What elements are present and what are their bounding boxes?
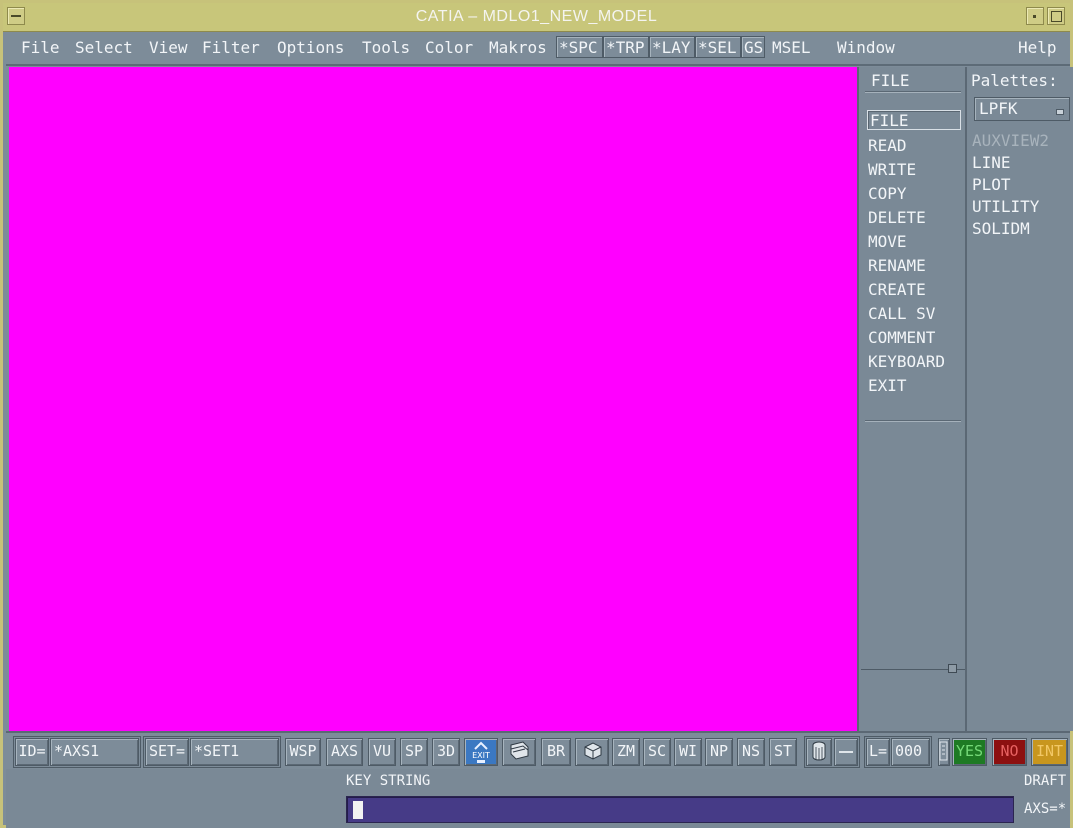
menu-options[interactable]: Options xyxy=(277,38,344,57)
catia-window: CATIA – MDLO1_NEW_MODEL File Select View… xyxy=(0,0,1073,828)
status-area: KEY STRING DRAFT AXS=* xyxy=(6,769,1070,828)
palette-item-auxview2: AUXVIEW2 xyxy=(972,131,1050,150)
printer-icon xyxy=(510,741,529,760)
toggle-gs[interactable]: GS xyxy=(741,36,765,58)
palette-item-solidm[interactable]: SOLIDM xyxy=(972,219,1030,238)
printer-button[interactable] xyxy=(502,738,536,766)
palette-dropdown[interactable]: LPFK xyxy=(974,97,1070,121)
function-item-create[interactable]: CREATE xyxy=(868,280,926,299)
keypad-icon xyxy=(939,741,948,761)
toggle-lay[interactable]: *LAY xyxy=(649,36,695,58)
command-bar: ID= *AXS1 SET= *SET1 WSP AXS VU SP 3D EX… xyxy=(6,731,1070,771)
np-button[interactable]: NP xyxy=(705,738,733,766)
graphics-viewport[interactable] xyxy=(9,67,857,731)
function-panel: FILE FILE READ WRITE COPY DELETE MOVE RE… xyxy=(857,67,967,731)
layer-field[interactable]: 000 xyxy=(891,738,930,766)
function-item-comment[interactable]: COMMENT xyxy=(868,328,935,347)
menu-msel[interactable]: MSEL xyxy=(772,38,811,57)
zm-button[interactable]: ZM xyxy=(612,738,640,766)
id-field[interactable]: *AXS1 xyxy=(50,738,139,766)
vu-button[interactable]: VU xyxy=(368,738,396,766)
function-item-file[interactable]: FILE xyxy=(867,110,961,130)
palette-item-utility[interactable]: UTILITY xyxy=(972,197,1039,216)
menu-help[interactable]: Help xyxy=(1018,38,1057,57)
menu-file[interactable]: File xyxy=(21,38,60,57)
toggle-spc[interactable]: *SPC xyxy=(556,36,603,58)
dropdown-indicator-icon xyxy=(1056,109,1064,115)
exit-icon: EXIT xyxy=(472,741,490,763)
sp-button[interactable]: SP xyxy=(400,738,428,766)
toggle-trp[interactable]: *TRP xyxy=(603,36,649,58)
window-title: CATIA – MDLO1_NEW_MODEL xyxy=(415,8,658,25)
cylinder-button[interactable] xyxy=(806,738,832,766)
cube-view-button[interactable] xyxy=(575,738,609,766)
palette-panel: Palettes: LPFK AUXVIEW2 LINE PLOT UTILIT… xyxy=(965,67,1073,731)
axs-button[interactable]: AXS xyxy=(326,738,363,766)
wi-button[interactable]: WI xyxy=(674,738,702,766)
mode-label: DRAFT xyxy=(1024,773,1067,789)
function-item-rename[interactable]: RENAME xyxy=(868,256,926,275)
layer-label: L= xyxy=(866,738,890,766)
ns-button[interactable]: NS xyxy=(737,738,765,766)
title-bar[interactable]: CATIA – MDLO1_NEW_MODEL xyxy=(3,3,1070,32)
set-field[interactable]: *SET1 xyxy=(190,738,279,766)
function-item-copy[interactable]: COPY xyxy=(868,184,907,203)
panel-divider xyxy=(865,420,961,422)
axs-status: AXS=* xyxy=(1024,801,1067,817)
menu-bar: File Select View Filter Options Tools Co… xyxy=(6,32,1070,66)
key-string-input[interactable] xyxy=(346,796,1014,823)
function-item-keyboard[interactable]: KEYBOARD xyxy=(868,352,945,371)
maximize-icon[interactable] xyxy=(1047,7,1065,25)
function-item-exit[interactable]: EXIT xyxy=(868,376,907,395)
dash-icon xyxy=(839,750,853,753)
function-item-call-sv[interactable]: CALL SV xyxy=(868,304,935,323)
menu-select[interactable]: Select xyxy=(75,38,133,57)
br-button[interactable]: BR xyxy=(541,738,571,766)
keypad-button[interactable] xyxy=(938,738,950,766)
panel-divider xyxy=(865,91,961,93)
palette-item-plot[interactable]: PLOT xyxy=(972,175,1011,194)
cube-icon xyxy=(584,742,602,760)
function-item-move[interactable]: MOVE xyxy=(868,232,907,251)
panel-slider-handle[interactable] xyxy=(948,664,957,673)
no-button[interactable]: NO xyxy=(992,738,1027,766)
function-item-delete[interactable]: DELETE xyxy=(868,208,926,227)
palette-dropdown-value: LPFK xyxy=(979,99,1018,118)
exit-label: EXIT xyxy=(472,751,490,760)
key-string-label: KEY STRING xyxy=(346,773,431,789)
menu-window[interactable]: Window xyxy=(837,38,895,57)
cylinder-icon xyxy=(812,741,826,761)
function-item-write[interactable]: WRITE xyxy=(868,160,916,179)
text-cursor xyxy=(353,801,363,819)
yes-button[interactable]: YES xyxy=(952,738,987,766)
menu-filter[interactable]: Filter xyxy=(202,38,260,57)
int-button[interactable]: INT xyxy=(1031,738,1068,766)
menu-color[interactable]: Color xyxy=(425,38,473,57)
palette-item-line[interactable]: LINE xyxy=(972,153,1011,172)
menu-tools[interactable]: Tools xyxy=(362,38,410,57)
minimize-icon[interactable] xyxy=(1026,7,1044,25)
function-item-read[interactable]: READ xyxy=(868,136,907,155)
set-label: SET= xyxy=(145,738,189,766)
dash-toggle[interactable] xyxy=(834,738,858,766)
wsp-button[interactable]: WSP xyxy=(285,738,321,766)
menu-makros[interactable]: Makros xyxy=(489,38,547,57)
sc-button[interactable]: SC xyxy=(643,738,671,766)
st-button[interactable]: ST xyxy=(769,738,797,766)
3d-button[interactable]: 3D xyxy=(432,738,460,766)
toggle-sel[interactable]: *SEL xyxy=(695,36,741,58)
menu-view[interactable]: View xyxy=(149,38,188,57)
id-label: ID= xyxy=(15,738,49,766)
function-panel-header: FILE xyxy=(871,71,910,90)
exit-button[interactable]: EXIT xyxy=(464,738,498,766)
palette-panel-header: Palettes: xyxy=(971,71,1058,90)
